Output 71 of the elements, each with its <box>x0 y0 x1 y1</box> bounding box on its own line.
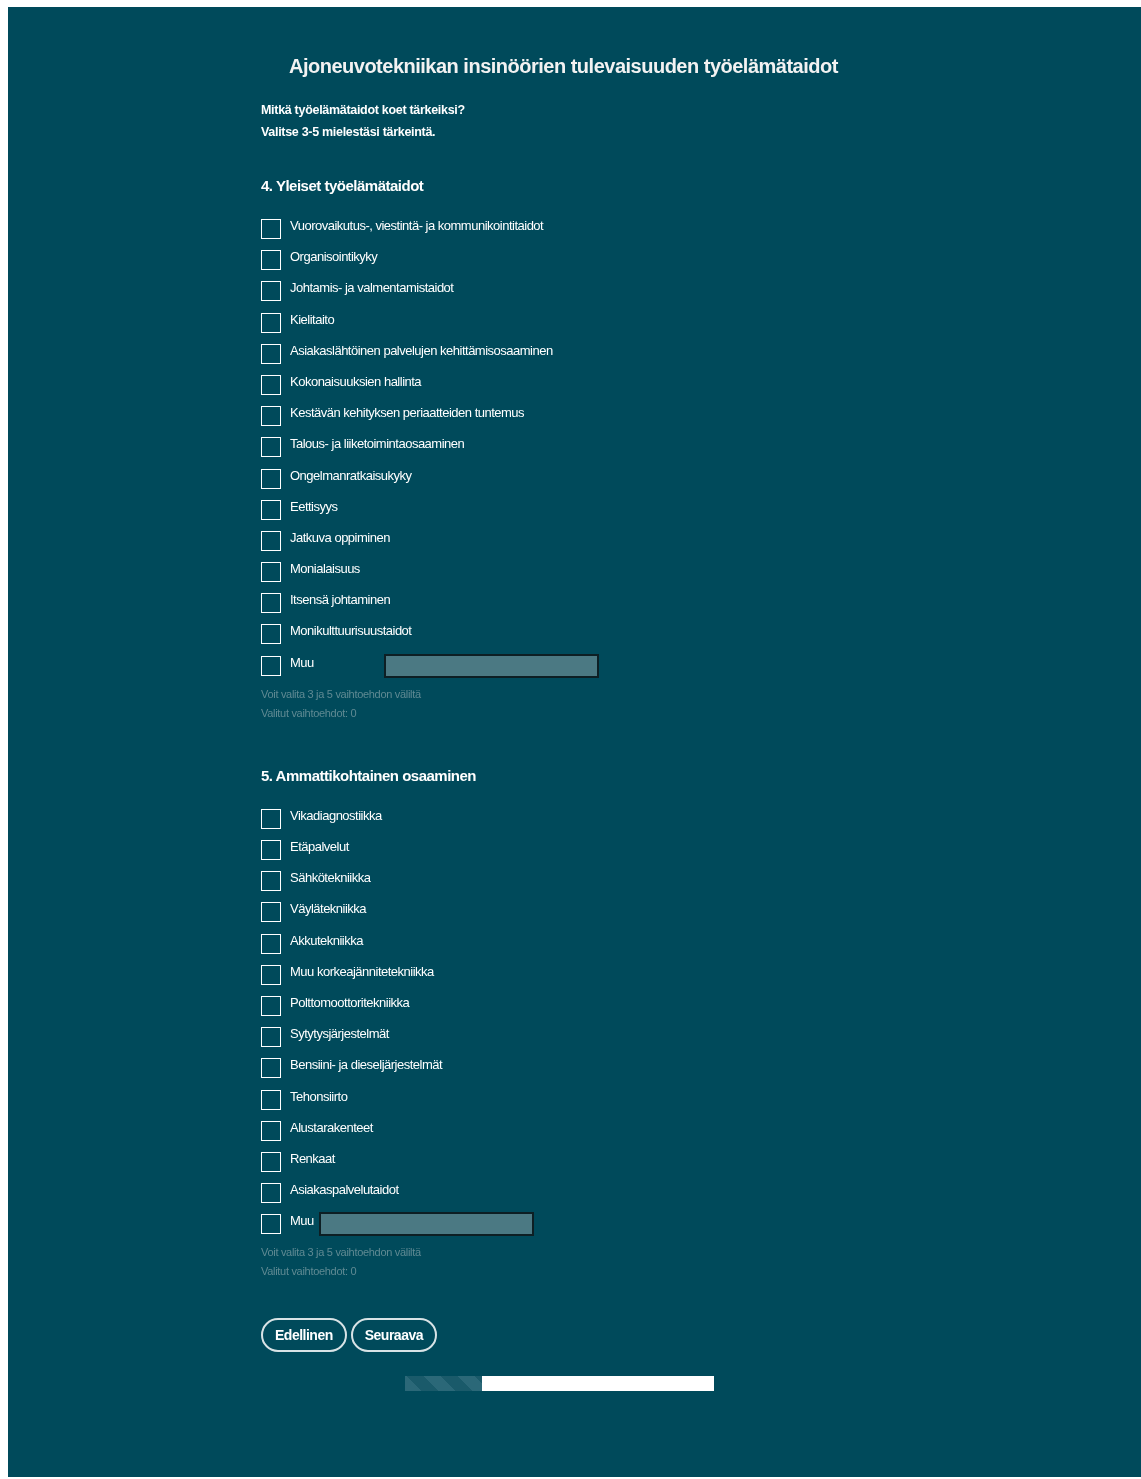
option-label: Bensiini- ja dieseljärjestelmät <box>290 1056 443 1075</box>
checkbox[interactable] <box>261 593 281 614</box>
checkbox[interactable] <box>261 840 281 860</box>
checkbox[interactable] <box>261 871 281 892</box>
option-label: Asiakaslähtöinen palvelujen kehittämisosaaminen <box>290 341 553 360</box>
option-label: Eettisyys <box>290 497 338 516</box>
option-label: Polttomoottoritekniikka <box>290 993 410 1012</box>
option-label: Kielitaito <box>290 310 335 329</box>
checkbox[interactable] <box>261 468 281 489</box>
checkbox[interactable] <box>261 374 281 395</box>
checkbox[interactable] <box>261 964 281 985</box>
option-label: Organisointikyky <box>290 248 378 267</box>
checkbox[interactable] <box>261 406 281 427</box>
option-label: Itsensä johtaminen <box>290 591 391 610</box>
option-label: Väylätekniikka <box>290 900 367 919</box>
checkbox[interactable] <box>261 1214 281 1235</box>
checkbox[interactable] <box>261 219 281 239</box>
checkbox[interactable] <box>261 902 281 923</box>
checkbox[interactable] <box>261 655 281 676</box>
checkbox[interactable] <box>261 1183 281 1204</box>
option-label: Muu korkeajännitetekniikka <box>290 962 434 981</box>
option-label: Vikadiagnostiikka <box>290 806 382 825</box>
checkbox[interactable] <box>261 624 281 645</box>
option-label: Akkutekniikka <box>290 931 363 950</box>
option-label: Talous- ja liiketoimintaosaaminen <box>290 435 465 454</box>
option-label: Vuorovaikutus-, viestintä- ja kommunikointitaidot <box>290 217 544 235</box>
option-label: Tehonsiirto <box>290 1087 348 1106</box>
option-label: Muu <box>290 1212 314 1231</box>
option-label: Renkaat <box>290 1149 335 1168</box>
option-label: Johtamis- ja valmentamistaidot <box>290 279 454 298</box>
checkbox[interactable] <box>261 1120 281 1141</box>
question-heading: 5. Ammattikohtainen osaaminen <box>261 766 477 786</box>
option-label: Monialaisuus <box>290 560 360 579</box>
checkbox[interactable] <box>261 1151 281 1172</box>
other-input-field[interactable] <box>383 653 599 678</box>
instruction-text: Mitkä työelämätaidot koet tärkeiksi? <box>261 102 466 119</box>
checkbox[interactable] <box>261 312 281 333</box>
option-label: Kokonaisuuksien hallinta <box>290 372 422 391</box>
checkbox[interactable] <box>261 1027 281 1048</box>
hint-text: Voit valita 3 ja 5 vaihtoehdon väliltä <box>261 686 422 702</box>
selected-count: Valitut vaihtoehdot: 0 <box>261 1264 358 1280</box>
hint-text: Voit valita 3 ja 5 vaihtoehdon väliltä <box>261 1245 422 1261</box>
question-heading: 4. Yleiset työelämätaidot <box>261 177 425 196</box>
nav-button[interactable]: Seuraava <box>350 1318 437 1353</box>
checkbox[interactable] <box>261 437 281 458</box>
option-label: Etäpalvelut <box>290 838 349 856</box>
option-label: Ongelmanratkaisukyky <box>290 466 412 485</box>
option-label: Sytytysjärjestelmät <box>290 1025 389 1044</box>
checkbox[interactable] <box>261 499 281 520</box>
checkbox[interactable] <box>261 933 281 954</box>
checkbox[interactable] <box>261 1089 281 1110</box>
option-label: Muu <box>290 653 314 672</box>
checkbox[interactable] <box>261 808 281 829</box>
checkbox[interactable] <box>261 530 281 551</box>
option-label: Kestävän kehityksen periaatteiden tuntemus <box>290 404 525 423</box>
survey-title: Ajoneuvotekniikan insinöörien tulevaisuuden työelämätaidot <box>288 54 840 79</box>
instruction-text: Valitse 3-5 mielestäsi tärkeintä. <box>261 124 437 141</box>
nav-button[interactable]: Edellinen <box>261 1318 347 1353</box>
checkbox[interactable] <box>261 250 281 271</box>
selected-count: Valitut vaihtoehdot: 0 <box>261 705 358 721</box>
option-label: Alustarakenteet <box>290 1118 373 1137</box>
option-label: Asiakaspalvelutaidot <box>290 1181 399 1200</box>
checkbox[interactable] <box>261 562 281 583</box>
checkbox[interactable] <box>261 343 281 364</box>
checkbox[interactable] <box>261 995 281 1016</box>
option-label: Sähkötekniikka <box>290 869 371 888</box>
other-input-field[interactable] <box>318 1212 534 1237</box>
checkbox[interactable] <box>261 1058 281 1079</box>
checkbox[interactable] <box>261 281 281 302</box>
option-label: Jatkuva oppiminen <box>290 528 390 547</box>
option-label: Monikulttuurisuustaidot <box>290 622 412 641</box>
